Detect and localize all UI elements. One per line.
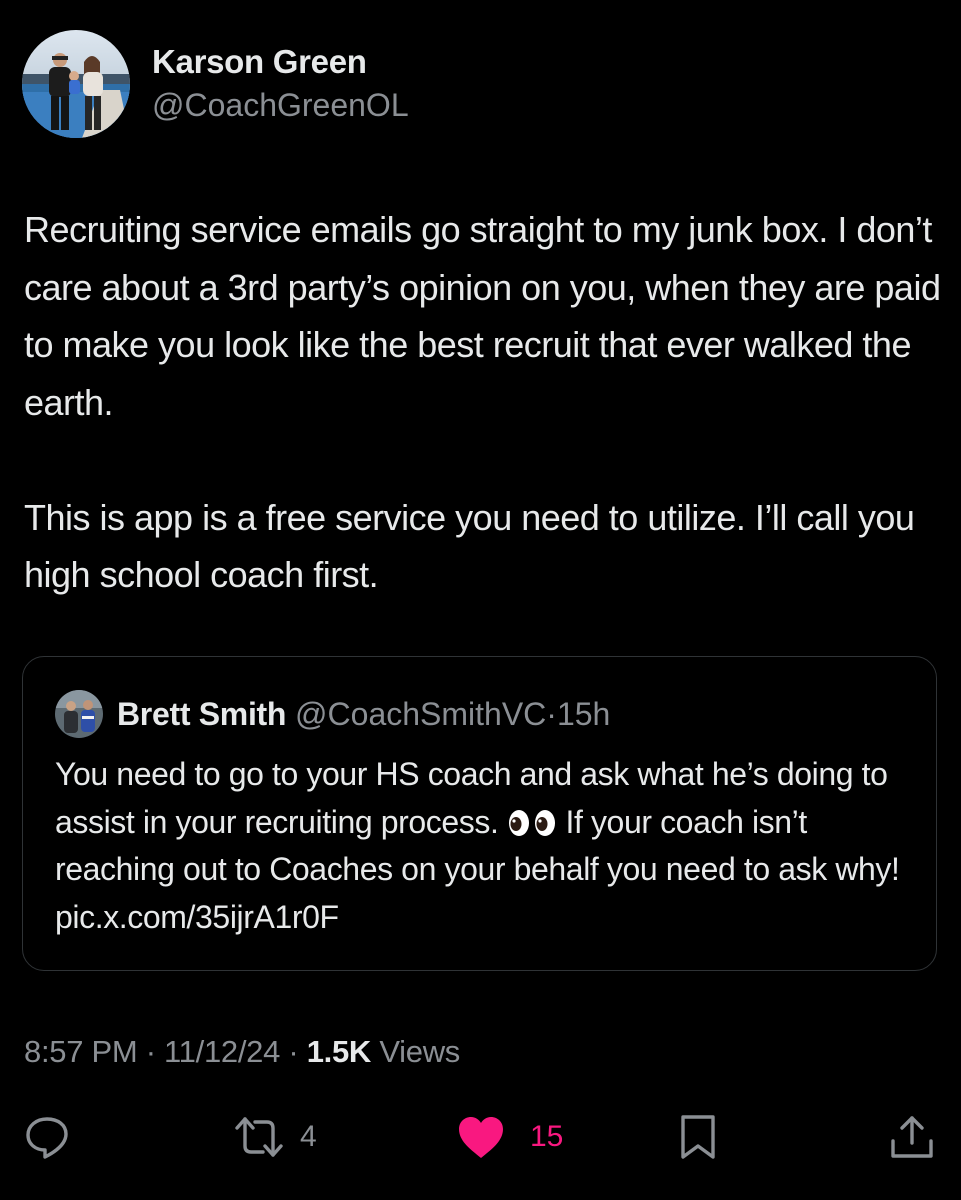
views-count: 1.5K (306, 1034, 372, 1069)
quoted-tweet-text: You need to go to your HS coach and ask … (55, 751, 925, 941)
quoted-tweet-header: Brett Smith @CoachSmithVC·15h (117, 694, 610, 734)
eyes-emoji-icon (507, 803, 557, 836)
tweet-meta: 8:57 PM · 11/12/24 · 1.5K Views (24, 1032, 460, 1072)
tweet-time[interactable]: 8:57 PM (24, 1034, 138, 1069)
quoted-timestamp[interactable]: 15h (557, 696, 610, 732)
author-avatar[interactable] (22, 30, 130, 138)
tweet: Karson Green @CoachGreenOL Recruiting se… (0, 0, 961, 1200)
speech-bubble-icon (24, 1114, 70, 1160)
quoted-author-handle[interactable]: @CoachSmithVC (295, 696, 546, 732)
like-button[interactable]: 15 (456, 1112, 563, 1162)
bookmark-icon (678, 1113, 718, 1161)
quoted-author-avatar (55, 690, 103, 738)
tweet-date[interactable]: 11/12/24 (164, 1034, 280, 1069)
heart-filled-icon (456, 1114, 506, 1160)
quoted-separator: · (546, 696, 557, 732)
reply-button[interactable] (24, 1112, 70, 1162)
repost-count: 4 (300, 1120, 317, 1153)
meta-separator: · (288, 1034, 299, 1069)
share-icon (888, 1113, 936, 1161)
author-name[interactable]: Karson Green (152, 42, 409, 82)
tweet-text: Recruiting service emails go straight to… (24, 201, 949, 604)
repost-icon (232, 1114, 286, 1160)
quoted-author-name[interactable]: Brett Smith (117, 696, 286, 732)
meta-separator: · (145, 1034, 156, 1069)
repost-button[interactable]: 4 (232, 1112, 317, 1162)
views-label: Views (379, 1034, 460, 1069)
quoted-tweet[interactable]: Brett Smith @CoachSmithVC·15h You need t… (22, 656, 937, 971)
tweet-paragraph: Recruiting service emails go straight to… (24, 209, 941, 423)
author-info[interactable]: Karson Green @CoachGreenOL (152, 42, 409, 125)
share-button[interactable] (888, 1112, 936, 1162)
tweet-paragraph: This is app is a free service you need t… (24, 496, 915, 596)
bookmark-button[interactable] (678, 1112, 718, 1162)
like-count: 15 (530, 1120, 564, 1153)
author-handle[interactable]: @CoachGreenOL (152, 85, 409, 125)
